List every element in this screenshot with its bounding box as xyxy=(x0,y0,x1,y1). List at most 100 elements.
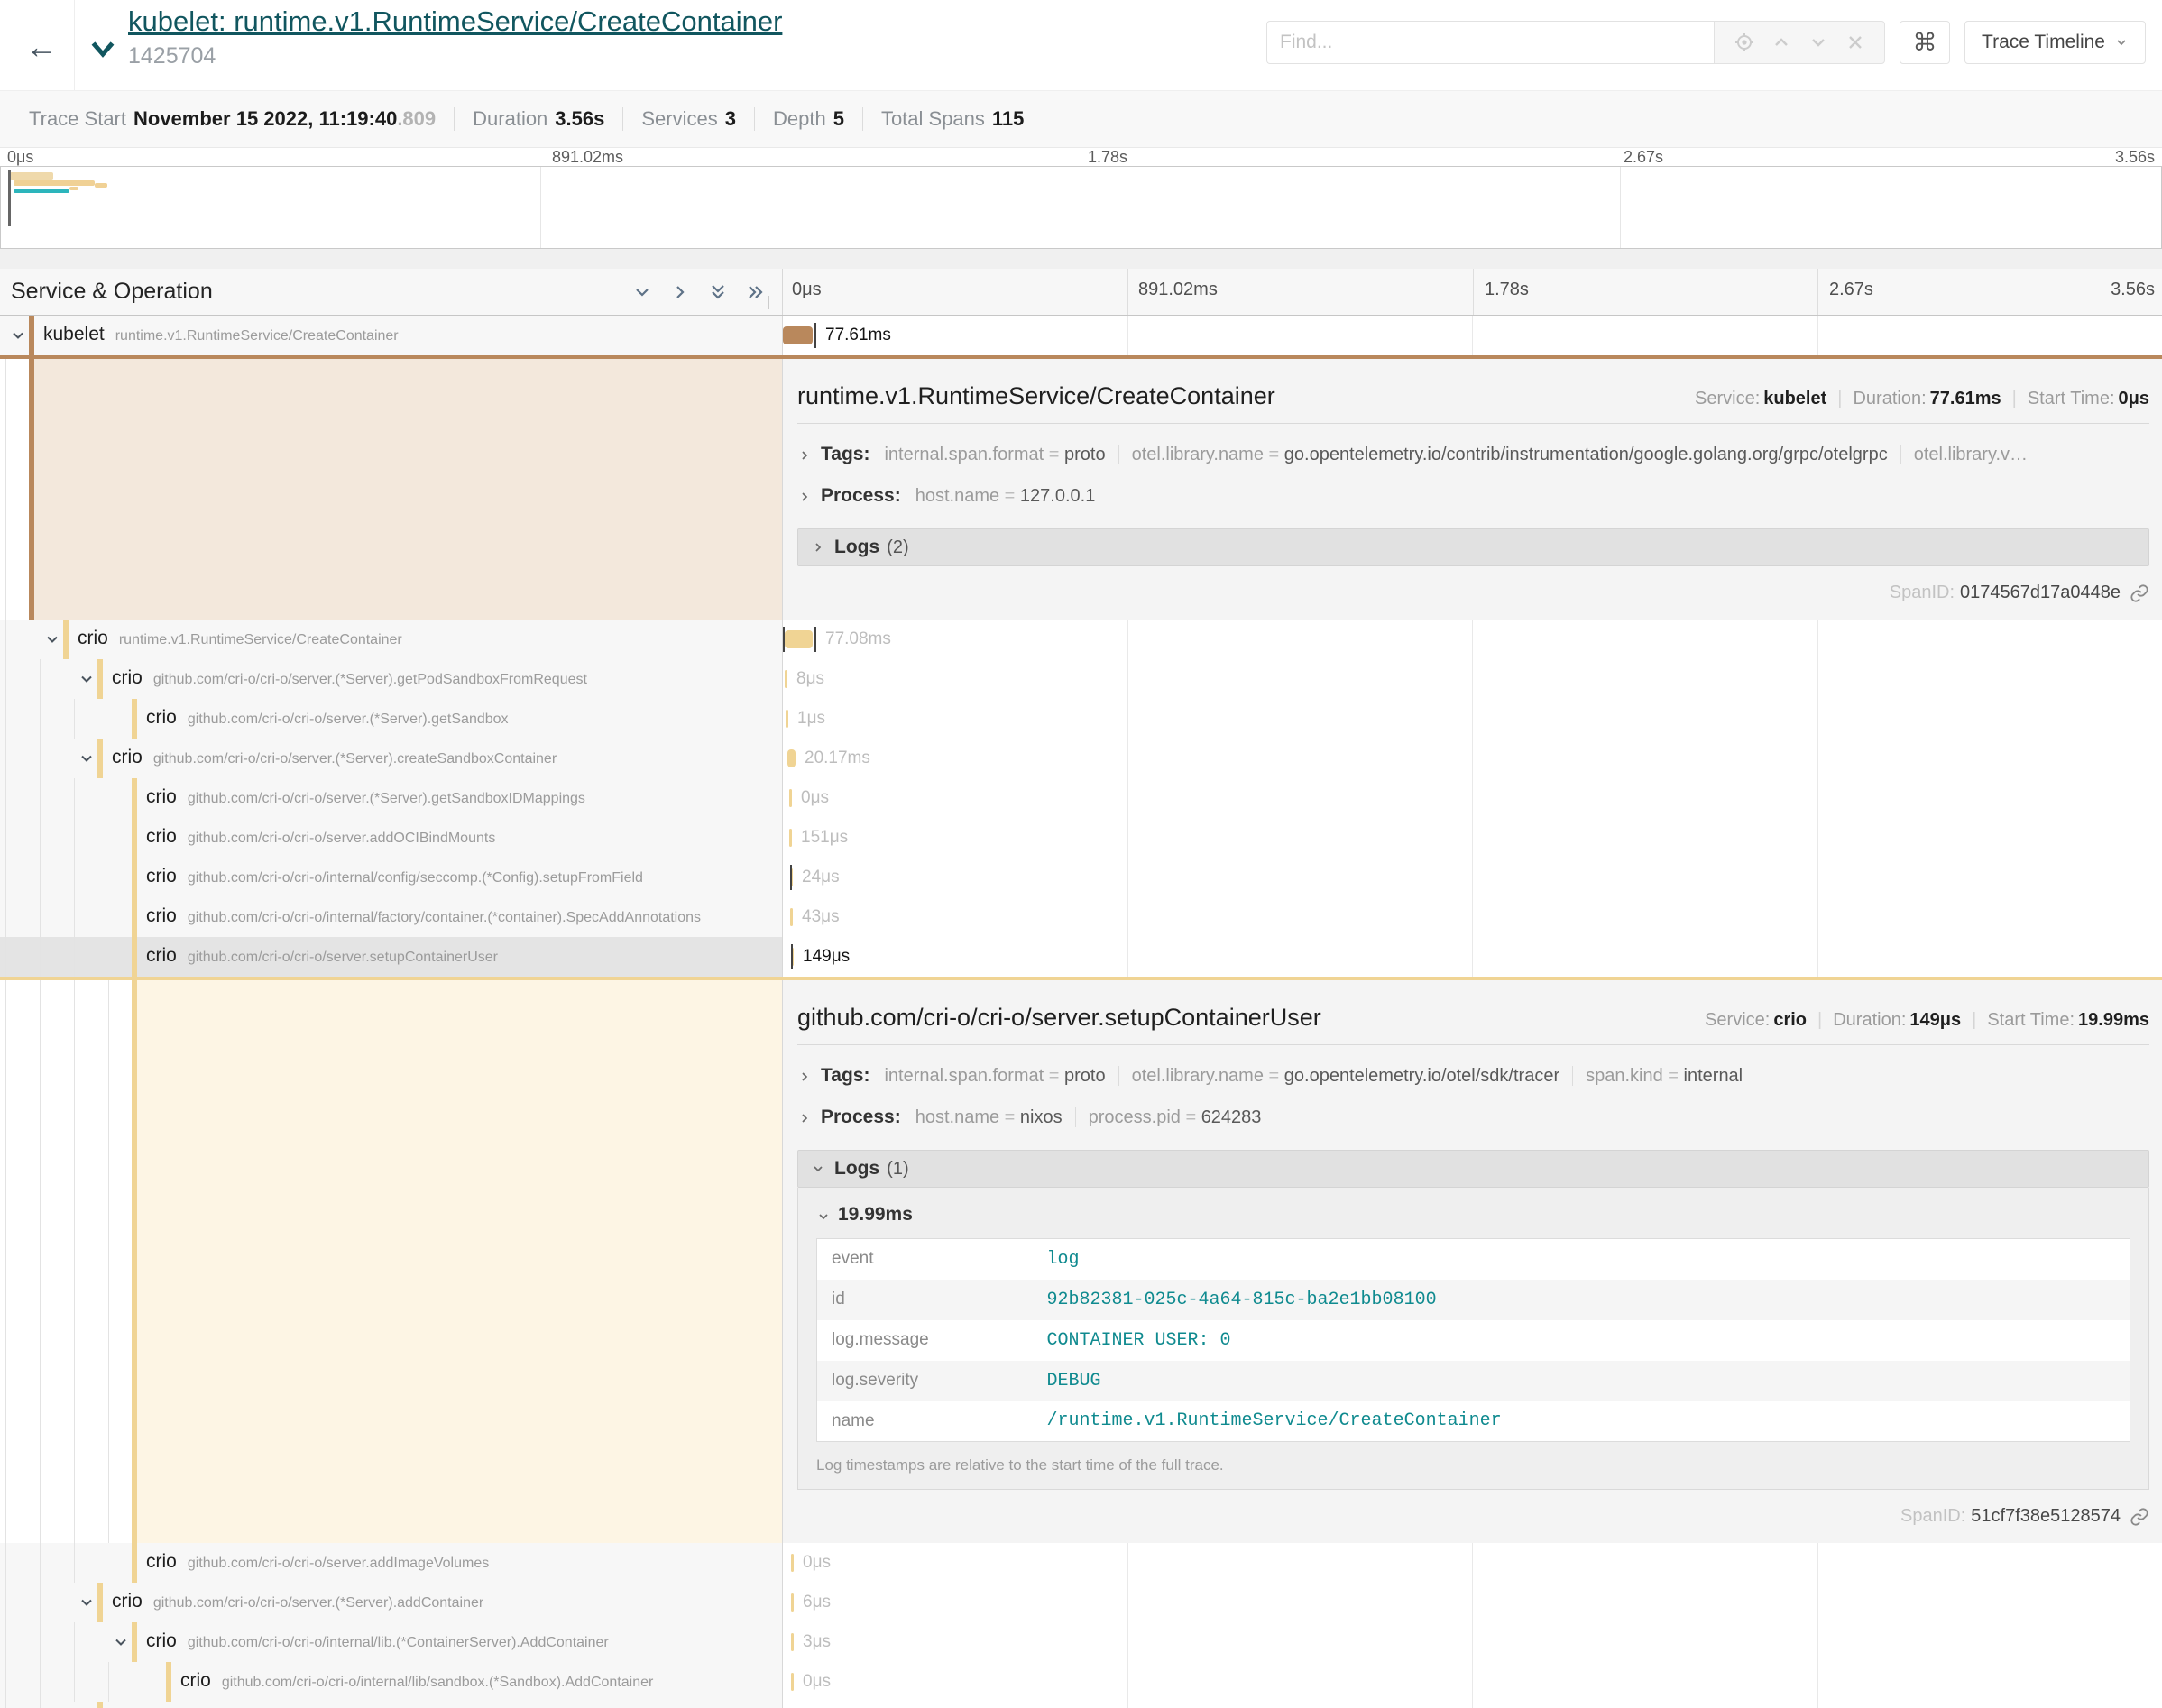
span-color-bar xyxy=(132,937,137,977)
span-timeline-cell[interactable]: 8μs xyxy=(783,659,2162,699)
next-result-chevron-down-icon[interactable] xyxy=(1808,32,1829,53)
logs-accordion-collapsed[interactable]: Logs (2) xyxy=(797,528,2149,566)
span-row-crio[interactable]: criogithub.com/cri-o/cri-o/server.(*Serv… xyxy=(0,778,2162,818)
span-color-bar xyxy=(132,818,137,858)
copy-link-icon[interactable] xyxy=(2130,1507,2149,1527)
span-name-cell[interactable]: criogithub.com/cri-o/cri-o/server.(*Serv… xyxy=(0,739,783,778)
row-expand-chevron-down-icon[interactable] xyxy=(9,326,27,344)
indent-guide xyxy=(74,1662,75,1702)
column-resizer-grip[interactable] xyxy=(768,296,777,309)
span-name-cell[interactable]: criogithub.com/cri-o/cri-o/server.(*Serv… xyxy=(0,1702,783,1708)
span-service-name: criogithub.com/cri-o/cri-o/server.addOCI… xyxy=(146,826,495,848)
trace-title-link[interactable]: kubelet: runtime.v1.RuntimeService/Creat… xyxy=(128,5,782,38)
prev-result-chevron-up-icon[interactable] xyxy=(1771,32,1792,53)
span-service-name: criogithub.com/cri-o/cri-o/server.(*Serv… xyxy=(112,747,557,768)
span-name-cell[interactable]: criogithub.com/cri-o/cri-o/server.(*Serv… xyxy=(0,699,783,739)
span-id-row: SpanID: 51cf7f38e5128574 xyxy=(797,1506,2149,1527)
span-timeline-cell[interactable]: 3μs xyxy=(783,1622,2162,1662)
collapse-one-chevron-down-icon[interactable] xyxy=(631,281,653,303)
expand-one-chevron-right-icon[interactable] xyxy=(669,281,691,303)
span-name-cell[interactable]: criogithub.com/cri-o/cri-o/internal/lib.… xyxy=(0,1622,783,1662)
span-row-crio[interactable]: criogithub.com/cri-o/cri-o/internal/fact… xyxy=(0,897,2162,937)
span-timeline-cell[interactable]: 1μs xyxy=(783,699,2162,739)
tag-key-value: host.name = nixos xyxy=(915,1107,1063,1127)
span-operation-name: github.com/cri-o/cri-o/server.setupConta… xyxy=(188,950,498,965)
span-name-cell[interactable]: criogithub.com/cri-o/cri-o/server.addIma… xyxy=(0,1543,783,1583)
span-name-cell[interactable]: kubeletruntime.v1.RuntimeService/CreateC… xyxy=(0,316,783,355)
process-accordion[interactable]: Process: host.name = 127.0.0.1 xyxy=(797,485,2149,507)
row-expand-chevron-down-icon[interactable] xyxy=(78,1593,96,1612)
span-row-kubelet[interactable]: kubeletruntime.v1.RuntimeService/CreateC… xyxy=(0,316,2162,355)
span-id-value: 0174567d17a0448e xyxy=(1960,583,2121,603)
span-row-crio[interactable]: criogithub.com/cri-o/cri-o/internal/conf… xyxy=(0,858,2162,897)
span-color-bar xyxy=(29,316,34,355)
span-row-crio[interactable]: criogithub.com/cri-o/cri-o/internal/lib.… xyxy=(0,1622,2162,1662)
span-row-crio[interactable]: criogithub.com/cri-o/cri-o/server.(*Serv… xyxy=(0,699,2162,739)
span-color-bar xyxy=(132,1543,137,1583)
span-row-crio[interactable]: criogithub.com/cri-o/cri-o/server.(*Serv… xyxy=(0,659,2162,699)
span-timeline-cell[interactable]: 0μs xyxy=(783,778,2162,818)
span-duration-label: 0μs xyxy=(803,1672,831,1692)
clear-find-icon[interactable] xyxy=(1845,32,1866,53)
span-row-crio[interactable]: criogithub.com/cri-o/cri-o/internal/lib/… xyxy=(0,1662,2162,1702)
span-name-cell[interactable]: criogithub.com/cri-o/cri-o/internal/conf… xyxy=(0,858,783,897)
row-expand-chevron-down-icon[interactable] xyxy=(43,630,61,648)
indent-guide xyxy=(5,699,6,739)
span-timeline-cell[interactable]: 0μs xyxy=(783,1662,2162,1702)
span-row-crio[interactable]: criogithub.com/cri-o/cri-o/server.(*Serv… xyxy=(0,739,2162,778)
indent-guide xyxy=(74,980,75,1543)
span-name-cell[interactable]: criogithub.com/cri-o/cri-o/server.addOCI… xyxy=(0,818,783,858)
indent-guide xyxy=(40,980,41,1543)
span-service-name: criogithub.com/cri-o/cri-o/server.(*Serv… xyxy=(112,1591,483,1612)
span-timeline-cell[interactable]: 149μs xyxy=(783,937,2162,977)
span-row-crio[interactable]: crioruntime.v1.RuntimeService/CreateCont… xyxy=(0,620,2162,659)
span-timeline-cell[interactable]: 6μs xyxy=(783,1583,2162,1622)
span-name-cell[interactable]: criogithub.com/cri-o/cri-o/server.(*Serv… xyxy=(0,659,783,699)
span-row-crio[interactable]: criogithub.com/cri-o/cri-o/server.addOCI… xyxy=(0,818,2162,858)
span-timeline-cell[interactable]: 0μs xyxy=(783,1702,2162,1708)
log-field-key: name xyxy=(817,1401,1047,1442)
span-name-cell[interactable]: crioruntime.v1.RuntimeService/CreateCont… xyxy=(0,620,783,659)
span-operation-name: github.com/cri-o/cri-o/server.(*Server).… xyxy=(188,791,585,806)
expand-all-double-chevron-right-icon[interactable] xyxy=(745,281,767,303)
ruler-tick-label: 0μs xyxy=(792,280,822,300)
logs-accordion-expanded[interactable]: Logs (1) xyxy=(797,1150,2149,1188)
span-timeline-cell[interactable]: 0μs xyxy=(783,1543,2162,1583)
span-row-crio[interactable]: criogithub.com/cri-o/cri-o/server.(*Serv… xyxy=(0,1702,2162,1708)
collapse-trace-header-chevron-icon[interactable] xyxy=(87,32,119,65)
span-timeline-cell[interactable]: 77.61ms xyxy=(783,316,2162,355)
span-detail-content: runtime.v1.RuntimeService/CreateContaine… xyxy=(783,359,2162,620)
row-expand-chevron-down-icon[interactable] xyxy=(78,670,96,688)
span-timeline-cell[interactable]: 151μs xyxy=(783,818,2162,858)
keyboard-shortcuts-button[interactable]: ⌘ xyxy=(1900,21,1950,64)
span-timeline-cell[interactable]: 77.08ms xyxy=(783,620,2162,659)
log-entry-timestamp[interactable]: 19.99ms xyxy=(816,1204,2130,1226)
tags-accordion[interactable]: Tags: internal.span.format = protootel.l… xyxy=(797,1065,2149,1087)
tags-accordion[interactable]: Tags: internal.span.format = protootel.l… xyxy=(797,444,2149,465)
span-duration-bar xyxy=(783,326,813,344)
view-type-dropdown[interactable]: Trace Timeline xyxy=(1964,21,2146,64)
indent-guide xyxy=(74,897,75,937)
minimap-drag-handle[interactable] xyxy=(8,170,11,226)
timeline-minimap[interactable] xyxy=(0,166,2162,249)
span-row-crio[interactable]: criogithub.com/cri-o/cri-o/server.setupC… xyxy=(0,937,2162,977)
span-name-cell[interactable]: criogithub.com/cri-o/cri-o/server.(*Serv… xyxy=(0,1583,783,1622)
span-row-crio[interactable]: criogithub.com/cri-o/cri-o/server.(*Serv… xyxy=(0,1583,2162,1622)
process-accordion[interactable]: Process: host.name = nixosprocess.pid = … xyxy=(797,1107,2149,1128)
span-name-cell[interactable]: criogithub.com/cri-o/cri-o/server.(*Serv… xyxy=(0,778,783,818)
span-row-crio[interactable]: criogithub.com/cri-o/cri-o/server.addIma… xyxy=(0,1543,2162,1583)
collapse-all-double-chevron-down-icon[interactable] xyxy=(707,281,729,303)
span-name-cell[interactable]: criogithub.com/cri-o/cri-o/internal/lib/… xyxy=(0,1662,783,1702)
span-timeline-cell[interactable]: 43μs xyxy=(783,897,2162,937)
span-timeline-cell[interactable]: 20.17ms xyxy=(783,739,2162,778)
row-expand-chevron-down-icon[interactable] xyxy=(112,1633,130,1651)
back-button[interactable]: ← xyxy=(22,27,61,67)
find-input[interactable] xyxy=(1266,21,1714,64)
timeline-column-header: Service & Operation 0μs891.02ms1.78s2.67… xyxy=(0,269,2162,316)
copy-link-icon[interactable] xyxy=(2130,583,2149,603)
span-timeline-cell[interactable]: 24μs xyxy=(783,858,2162,897)
row-expand-chevron-down-icon[interactable] xyxy=(78,749,96,767)
span-name-cell[interactable]: criogithub.com/cri-o/cri-o/internal/fact… xyxy=(0,897,783,937)
locate-icon[interactable] xyxy=(1734,32,1755,53)
span-name-cell[interactable]: criogithub.com/cri-o/cri-o/server.setupC… xyxy=(0,937,783,977)
